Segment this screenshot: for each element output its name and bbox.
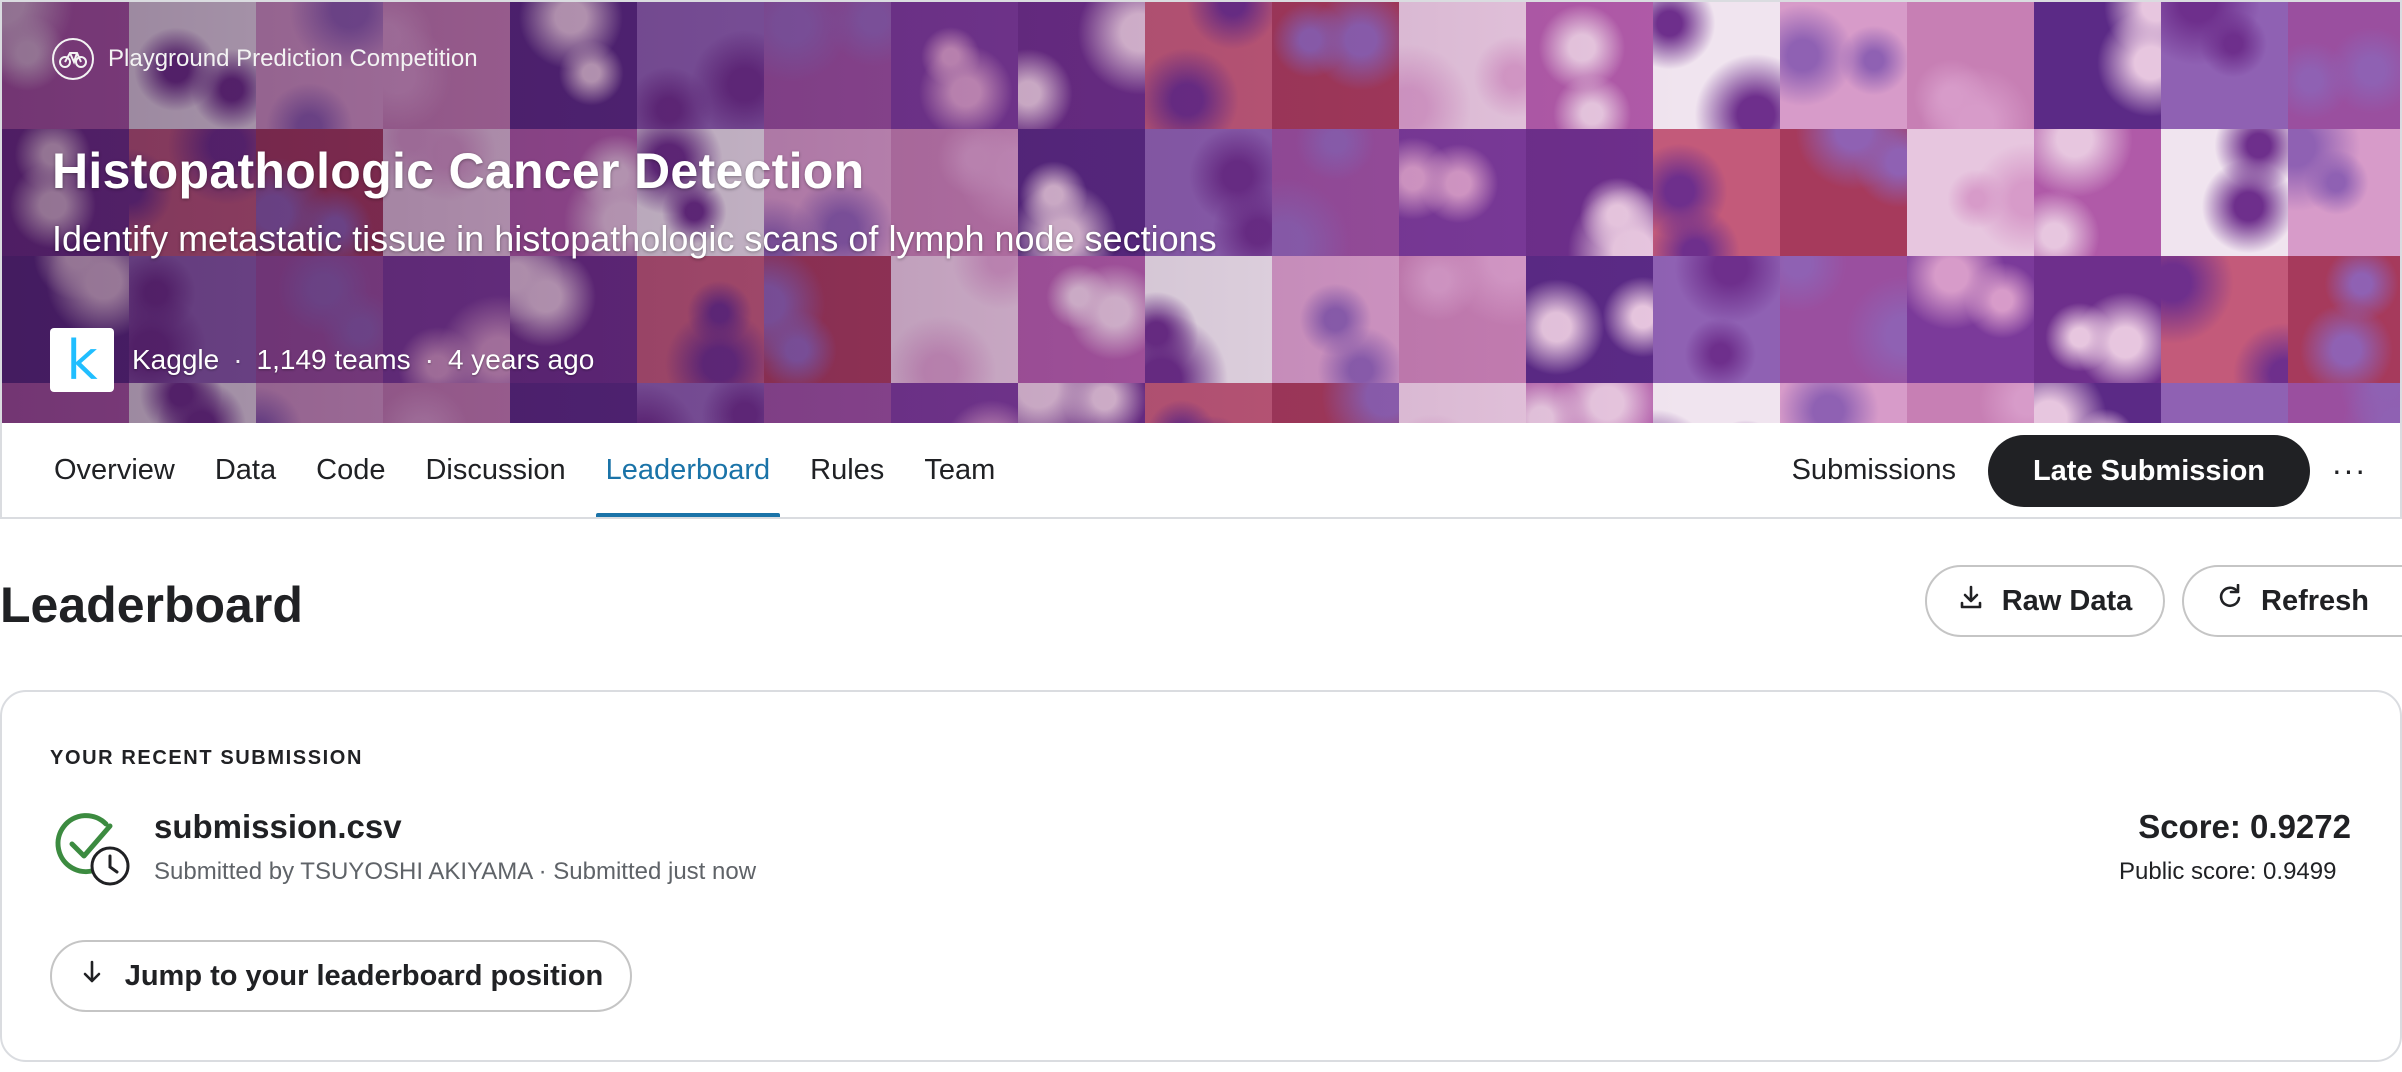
submissions-link[interactable]: Submissions <box>1792 423 1956 517</box>
jump-to-position-button[interactable]: Jump to your leaderboard position <box>50 940 632 1012</box>
private-score: Score: 0.9272 <box>2138 808 2351 845</box>
tab-list: Overview Data Code Discussion Leaderboar… <box>36 423 1017 517</box>
bike-icon <box>52 38 94 80</box>
tab-leaderboard[interactable]: Leaderboard <box>588 423 788 517</box>
separator-dot: · <box>424 344 434 375</box>
competition-tab-bar: Overview Data Code Discussion Leaderboar… <box>0 423 2402 519</box>
recent-submission-card: YOUR RECENT SUBMISSION submission.csv Su… <box>0 690 2402 1062</box>
tab-discussion[interactable]: Discussion <box>407 423 583 517</box>
tab-overview[interactable]: Overview <box>36 423 193 517</box>
refresh-label: Refresh <box>2261 584 2369 617</box>
tab-data[interactable]: Data <box>197 423 294 517</box>
competition-header-banner: Playground Prediction Competition Histop… <box>0 0 2402 423</box>
competition-type: Playground Prediction Competition <box>52 38 478 80</box>
tab-team[interactable]: Team <box>906 423 1013 517</box>
tab-rules[interactable]: Rules <box>792 423 902 517</box>
tab-code[interactable]: Code <box>298 423 403 517</box>
competition-type-label: Playground Prediction Competition <box>108 45 478 72</box>
separator-dot: · <box>233 344 243 375</box>
raw-data-label: Raw Data <box>2001 584 2133 617</box>
page-title: Leaderboard <box>0 577 303 633</box>
kaggle-logo-icon[interactable]: k <box>50 328 114 392</box>
refresh-button[interactable]: Refresh <box>2182 565 2402 637</box>
arrow-down-icon <box>79 959 105 993</box>
download-icon <box>1958 584 1984 618</box>
competition-subtitle: Identify metastatic tissue in histopatho… <box>52 218 1217 259</box>
recent-submission-heading: YOUR RECENT SUBMISSION <box>50 747 364 769</box>
public-score: Public score: 0.9499 <box>2119 858 2337 885</box>
competition-title: Histopathologic Cancer Detection <box>52 143 865 199</box>
team-count: 1,149 teams <box>256 344 411 375</box>
more-options-icon[interactable]: ··· <box>2324 445 2374 495</box>
refresh-icon <box>2217 583 2243 618</box>
submission-complete-icon <box>54 810 132 888</box>
host-name[interactable]: Kaggle <box>132 344 219 376</box>
submission-meta: Submitted by TSUYOSHI AKIYAMA · Submitte… <box>154 858 757 885</box>
submission-file-name[interactable]: submission.csv <box>154 808 402 846</box>
host-info: k Kaggle · 1,149 teams · 4 years ago <box>50 328 594 392</box>
competition-age: 4 years ago <box>447 344 595 375</box>
late-submission-button[interactable]: Late Submission <box>1988 435 2310 507</box>
raw-data-button[interactable]: Raw Data <box>1925 565 2165 637</box>
jump-label: Jump to your leaderboard position <box>124 959 604 992</box>
